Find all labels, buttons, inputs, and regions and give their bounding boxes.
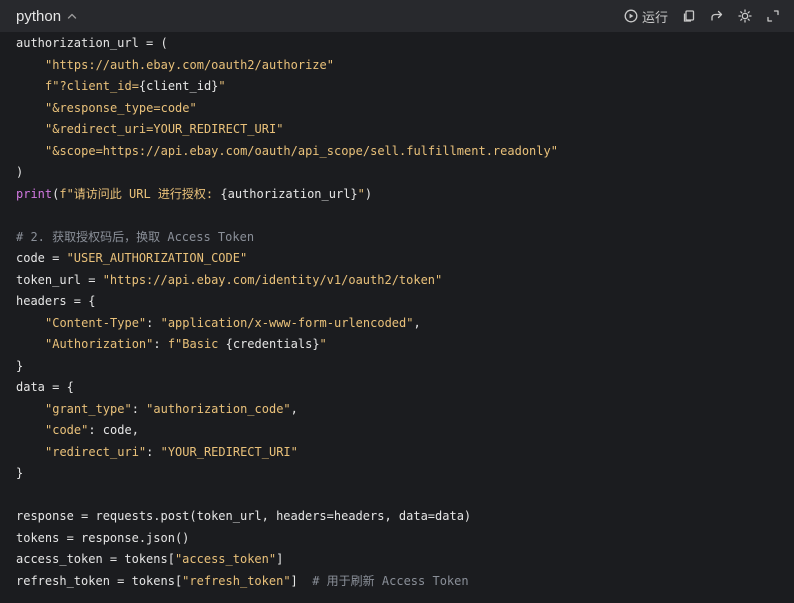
code-token: "refresh_token" [182,573,291,588]
code-token: " [218,79,226,93]
code-line: token_url = "https://api.ebay.com/identi… [16,270,794,292]
code-content: authorization_url = ( "https://auth.ebay.… [0,32,794,592]
code-line: # 2. 获取授权码后，换取 Access Token [16,227,794,249]
code-token: data = { [16,380,74,394]
code-line: headers = { [16,291,794,313]
code-line: tokens = response.json() [16,528,794,550]
code-token: ] [276,552,284,566]
code-token: ) [364,186,373,201]
code-token: "Authorization" [45,337,154,351]
code-line: } [16,356,794,378]
chevron-up-icon [67,13,77,19]
code-token: authorization_url = ( [16,36,168,50]
code-token: "https://auth.ebay.com/oauth2/authorize" [45,57,334,72]
code-token: code = [16,251,67,265]
code-line: "https://auth.ebay.com/oauth2/authorize" [16,55,794,77]
code-token: "&redirect_uri=YOUR_REDIRECT_URI" [45,122,284,136]
run-label: 运行 [641,9,668,25]
code-token: f"?client_id= [45,79,139,93]
code-line: ) [16,162,794,184]
code-token: " [319,337,327,351]
code-token: print [16,186,53,201]
code-token: response = requests.post(token_url, head… [16,509,472,523]
code-token: tokens = response.json() [16,530,190,545]
code-token: " [357,186,365,201]
code-line: "code": code, [16,420,794,442]
copy-icon [683,10,695,22]
code-line: authorization_url = ( [16,33,794,55]
code-line: "grant_type": "authorization_code", [16,399,794,421]
code-line: "redirect_uri": "YOUR_REDIRECT_URI" [16,442,794,464]
code-token: : code, [88,423,139,437]
expand-button[interactable] [766,9,780,23]
code-token: "access_token" [174,552,277,566]
code-token: "Content-Type" [45,315,147,330]
code-token: "grant_type" [45,401,132,416]
code-token: {client_id} [138,79,219,93]
code-token: {credentials} [225,337,320,351]
code-token: ) [16,165,24,179]
code-token: "redirect_uri" [45,444,147,459]
code-token: # 用于刷新 Access Token [312,573,469,588]
code-token: , [413,315,421,330]
code-line: "Authorization": f"Basic {credentials}" [16,334,794,356]
code-block-header: python 运行 [0,0,794,32]
code-token: } [16,358,24,373]
copy-button[interactable] [682,9,696,23]
code-line: print(f"请访问此 URL 进行授权: {authorization_ur… [16,184,794,206]
code-token: ] [290,573,313,588]
language-label: python [16,7,62,25]
run-button[interactable]: 运行 [624,7,668,26]
code-line: refresh_token = tokens["refresh_token"] … [16,571,794,593]
code-token: : [131,401,147,416]
code-token: {authorization_url} [220,186,358,201]
theme-button[interactable] [738,9,752,23]
code-line: "Content-Type": "application/x-www-form-… [16,313,794,335]
code-token: access_token = tokens[ [16,552,175,566]
theme-icon [738,9,752,23]
code-token: # 2. 获取授权码后，换取 Access Token [16,229,255,244]
code-token: "application/x-www-form-urlencoded" [160,315,414,330]
code-token: : [153,337,168,351]
code-token: headers = { [16,294,96,308]
code-token: } [16,466,24,480]
code-line: code = "USER_AUTHORIZATION_CODE" [16,248,794,270]
code-token: "code" [45,423,89,437]
code-token: refresh_token = tokens[ [16,573,183,588]
code-token: "YOUR_REDIRECT_URI" [160,444,298,459]
code-token: f"请访问此 URL 进行授权: [59,186,221,201]
code-toolbar: 运行 [624,7,780,26]
play-circle-icon [624,9,638,23]
code-token: "https://api.ebay.com/identity/v1/oauth2… [102,272,443,287]
expand-icon [767,10,779,22]
share-button[interactable] [710,9,724,23]
code-line: "&scope=https://api.ebay.com/oauth/api_s… [16,141,794,163]
code-line: access_token = tokens["access_token"] [16,549,794,571]
code-token: , [290,401,298,416]
code-token: "USER_AUTHORIZATION_CODE" [66,251,248,265]
code-token: f"Basic [167,337,226,351]
code-line: } [16,463,794,485]
code-line: f"?client_id={client_id}" [16,76,794,98]
code-token: "&scope=https://api.ebay.com/oauth/api_s… [45,143,558,158]
code-line: "&redirect_uri=YOUR_REDIRECT_URI" [16,119,794,141]
code-token: token_url = [16,272,103,287]
code-token: "authorization_code" [146,401,291,416]
code-block: python 运行 authorization_url = ("https:/… [0,0,794,603]
code-token: : [146,315,161,330]
code-line: response = requests.post(token_url, head… [16,506,794,528]
code-token: : [146,444,161,459]
share-icon [711,10,723,21]
code-line: "&response_type=code" [16,98,794,120]
code-token: "&response_type=code" [45,100,197,115]
language-toggle[interactable]: python [16,8,78,25]
code-line: data = { [16,377,794,399]
